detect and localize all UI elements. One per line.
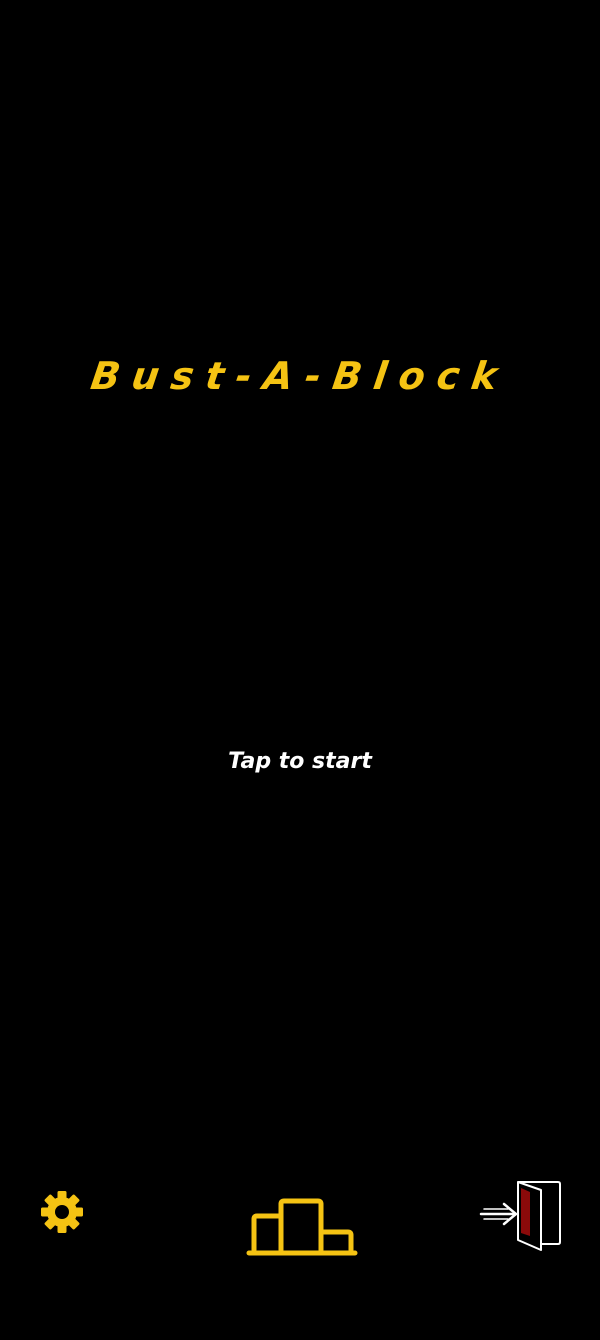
start-screen[interactable]: Bust-A-Block Tap to start: [0, 0, 600, 1340]
settings-button[interactable]: [38, 1188, 86, 1236]
tap-to-start-prompt[interactable]: Tap to start: [0, 745, 600, 779]
exit-door-icon: [479, 1181, 561, 1251]
game-title: Bust-A-Block: [88, 354, 512, 398]
exit-button[interactable]: [478, 1178, 566, 1254]
podium-icon: [246, 1198, 358, 1256]
leaderboard-button[interactable]: [244, 1195, 360, 1259]
gear-icon: [41, 1191, 83, 1233]
